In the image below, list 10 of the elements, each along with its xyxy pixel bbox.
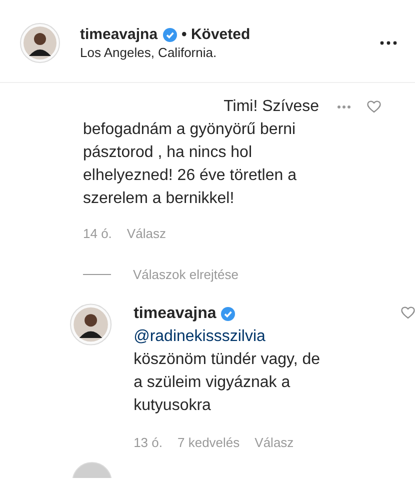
comment-text-line: Timi! Szívese bbox=[222, 97, 319, 117]
username[interactable]: timeavajna bbox=[80, 26, 158, 43]
mention-link[interactable]: @radinekissszilvia bbox=[134, 328, 266, 345]
location[interactable]: Los Angeles, California. bbox=[80, 45, 380, 60]
reply-time: 13 ó. bbox=[134, 434, 162, 452]
follow-status: • Követed bbox=[182, 26, 250, 43]
username[interactable]: timeavajna bbox=[134, 302, 216, 325]
comment-time: 14 ó. bbox=[83, 225, 112, 243]
comment-text: befogadnám a gyönyörű berni pásztorod , ha nincs hol elhelyezned! 26 éve töretlen a szerelem a bernikkel! bbox=[83, 120, 298, 209]
reply-text: köszönöm tündér vagy, de a szüleim vigyáznak a kutyusokra bbox=[134, 350, 322, 416]
